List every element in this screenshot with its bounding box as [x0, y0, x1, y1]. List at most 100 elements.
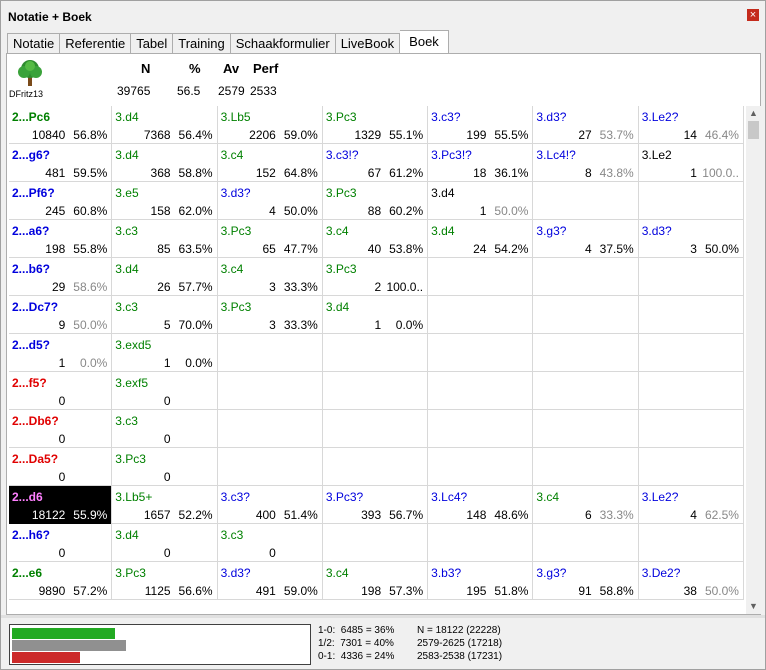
- continuation-cell[interactable]: 3.Pc3 3 33.3%: [218, 296, 323, 334]
- candidate-move-cell[interactable]: 2...a6? 198 55.8%: [9, 220, 113, 258]
- tab-schaakformulier[interactable]: Schaakformulier: [230, 33, 336, 54]
- book-row[interactable]: 2...Dc7? 9 50.0% 3.c3 5 70.0% 3.Pc3 3 33.3% 3.d4 1…: [9, 296, 744, 334]
- candidate-move-cell[interactable]: 2...Pc6 10840 56.8%: [9, 106, 113, 144]
- continuation-score: 58.8%: [178, 166, 213, 180]
- continuation-move: 3.c4: [325, 566, 349, 580]
- candidate-move-cell[interactable]: 2...Da5? 0: [9, 448, 113, 486]
- vertical-scrollbar[interactable]: ▲ ▼: [746, 106, 761, 614]
- continuation-cell[interactable]: 3.c4 6 33.3%: [533, 486, 639, 524]
- continuation-cell[interactable]: 3.e5 158 62.0%: [112, 182, 218, 220]
- continuation-cell[interactable]: 3.d4 1 0.0%: [323, 296, 429, 334]
- continuation-cell[interactable]: 3.Pc3 0: [112, 448, 218, 486]
- continuation-count: 2206: [249, 128, 276, 142]
- candidate-move-cell[interactable]: 2...d6 18122 55.9%: [9, 486, 113, 524]
- continuation-cell[interactable]: 3.Pc3 1125 56.6%: [112, 562, 218, 600]
- continuation-cell[interactable]: 3.c3 85 63.5%: [112, 220, 218, 258]
- candidate-move-cell[interactable]: 2...d5? 1 0.0%: [9, 334, 113, 372]
- book-row[interactable]: 2...Da5? 0 3.Pc3 0: [9, 448, 744, 486]
- book-row[interactable]: 2...Pf6? 245 60.8% 3.e5 158 62.0% 3.d3? 4 50.0% 3…: [9, 182, 744, 220]
- continuation-cell[interactable]: 3.c4 152 64.8%: [218, 144, 323, 182]
- candidate-move-cell[interactable]: 2...Dc7? 9 50.0%: [9, 296, 113, 334]
- tab-notatie[interactable]: Notatie: [7, 33, 61, 54]
- continuation-cell: [533, 182, 639, 220]
- continuation-cell[interactable]: 3.d4 368 58.8%: [112, 144, 218, 182]
- candidate-move-cell[interactable]: 2...h6? 0: [9, 524, 113, 562]
- continuation-move: 3.d4: [115, 148, 139, 162]
- continuation-cell[interactable]: 3.d3? 4 50.0%: [218, 182, 323, 220]
- book-row[interactable]: 2...h6? 0 3.d4 0 3.c3 0: [9, 524, 744, 562]
- continuation-cell[interactable]: 3.c4 3 33.3%: [218, 258, 323, 296]
- candidate-move-cell[interactable]: 2...g6? 481 59.5%: [9, 144, 113, 182]
- continuation-score: 53.7%: [599, 128, 634, 142]
- scroll-down-icon[interactable]: ▼: [746, 599, 761, 614]
- tab-referentie[interactable]: Referentie: [60, 33, 132, 54]
- continuation-cell[interactable]: 3.Lc4? 148 48.6%: [428, 486, 534, 524]
- move-label: 2...h6?: [12, 528, 51, 542]
- continuation-cell[interactable]: 3.Pc3 1329 55.1%: [323, 106, 429, 144]
- continuation-cell[interactable]: 3.Lc4!? 8 43.8%: [533, 144, 639, 182]
- continuation-cell[interactable]: 3.d4 0: [112, 524, 218, 562]
- continuation-cell[interactable]: 3.c3!? 67 61.2%: [323, 144, 429, 182]
- continuation-cell[interactable]: 3.Le2 1 100.0..: [639, 144, 744, 182]
- continuation-cell[interactable]: 3.c3? 199 55.5%: [428, 106, 534, 144]
- continuation-cell[interactable]: 3.d3? 27 53.7%: [533, 106, 639, 144]
- continuation-cell[interactable]: 3.exd5 1 0.0%: [112, 334, 218, 372]
- book-row[interactable]: 2...d6 18122 55.9% 3.Lb5+ 1657 52.2% 3.c3? 400 5…: [9, 486, 744, 524]
- scroll-thumb[interactable]: [748, 121, 759, 139]
- splitter[interactable]: [1, 615, 765, 618]
- continuation-cell[interactable]: 3.g3? 4 37.5%: [533, 220, 639, 258]
- continuation-cell[interactable]: 3.b3? 195 51.8%: [428, 562, 534, 600]
- continuation-cell[interactable]: 3.Pc3? 393 56.7%: [323, 486, 429, 524]
- continuation-cell[interactable]: 3.d4 24 54.2%: [428, 220, 534, 258]
- continuation-cell[interactable]: 3.Lb5 2206 59.0%: [218, 106, 323, 144]
- continuation-cell[interactable]: 3.Le2? 14 46.4%: [639, 106, 744, 144]
- book-row[interactable]: 2...e6 9890 57.2% 3.Pc3 1125 56.6% 3.d3? 491 59.…: [9, 562, 744, 600]
- continuation-cell[interactable]: 3.c3 0: [218, 524, 323, 562]
- continuation-cell[interactable]: 3.exf5 0: [112, 372, 218, 410]
- book-row[interactable]: 2...a6? 198 55.8% 3.c3 85 63.5% 3.Pc3 65 47.7% 3.…: [9, 220, 744, 258]
- move-count: 9890: [38, 584, 66, 598]
- continuation-cell[interactable]: 3.d4 26 57.7%: [112, 258, 218, 296]
- tab-training[interactable]: Training: [173, 33, 231, 54]
- continuation-score: 52.2%: [178, 508, 213, 522]
- engine-name: DFritz13: [9, 89, 44, 99]
- candidate-move-cell[interactable]: 2...b6? 29 58.6%: [9, 258, 113, 296]
- candidate-move-cell[interactable]: 2...Db6? 0: [9, 410, 113, 448]
- continuation-cell[interactable]: 3.c3 0: [112, 410, 218, 448]
- candidate-move-cell[interactable]: 2...e6 9890 57.2%: [9, 562, 113, 600]
- continuation-cell[interactable]: 3.c3? 400 51.4%: [218, 486, 323, 524]
- continuation-cell[interactable]: 3.d4 7368 56.4%: [112, 106, 218, 144]
- continuation-cell[interactable]: 3.d3? 491 59.0%: [218, 562, 323, 600]
- continuation-cell[interactable]: 3.De2? 38 50.0%: [639, 562, 744, 600]
- continuation-cell: [323, 524, 429, 562]
- book-row[interactable]: 2...g6? 481 59.5% 3.d4 368 58.8% 3.c4 152 64.8% 3…: [9, 144, 744, 182]
- continuation-score: 36.1%: [494, 166, 529, 180]
- continuation-cell[interactable]: 3.Pc3 2 100.0..: [323, 258, 429, 296]
- tab-livebook[interactable]: LiveBook: [335, 33, 401, 54]
- close-icon[interactable]: ×: [747, 9, 759, 21]
- candidate-move-cell[interactable]: 2...f5? 0: [9, 372, 113, 410]
- book-row[interactable]: 2...Db6? 0 3.c3 0: [9, 410, 744, 448]
- book-row[interactable]: 2...f5? 0 3.exf5 0: [9, 372, 744, 410]
- continuation-cell[interactable]: 3.g3? 91 58.8%: [533, 562, 639, 600]
- tab-tabel[interactable]: Tabel: [131, 33, 174, 54]
- continuation-cell[interactable]: 3.Le2? 4 62.5%: [639, 486, 744, 524]
- continuation-move: 3.d4: [115, 528, 139, 542]
- candidate-move-cell[interactable]: 2...Pf6? 245 60.8%: [9, 182, 113, 220]
- book-row[interactable]: 2...d5? 1 0.0% 3.exd5 1 0.0%: [9, 334, 744, 372]
- stat-rating-black: 2583-2538 (17231): [417, 651, 503, 662]
- continuation-cell[interactable]: 3.c3 5 70.0%: [112, 296, 218, 334]
- continuation-cell[interactable]: 3.c4 198 57.3%: [323, 562, 429, 600]
- book-row[interactable]: 2...b6? 29 58.6% 3.d4 26 57.7% 3.c4 3 33.3% 3.Pc3…: [9, 258, 744, 296]
- continuation-cell: [428, 334, 534, 372]
- book-row[interactable]: 2...Pc6 10840 56.8% 3.d4 7368 56.4% 3.Lb5 2206 5…: [9, 106, 744, 144]
- continuation-cell[interactable]: 3.Lb5+ 1657 52.2%: [112, 486, 218, 524]
- continuation-cell[interactable]: 3.Pc3 88 60.2%: [323, 182, 429, 220]
- continuation-cell[interactable]: 3.Pc3!? 18 36.1%: [428, 144, 534, 182]
- tab-boek[interactable]: Boek: [400, 30, 449, 54]
- scroll-up-icon[interactable]: ▲: [746, 106, 761, 121]
- continuation-cell[interactable]: 3.Pc3 65 47.7%: [218, 220, 323, 258]
- continuation-cell[interactable]: 3.d3? 3 50.0%: [639, 220, 744, 258]
- continuation-cell[interactable]: 3.d4 1 50.0%: [428, 182, 534, 220]
- continuation-cell[interactable]: 3.c4 40 53.8%: [323, 220, 429, 258]
